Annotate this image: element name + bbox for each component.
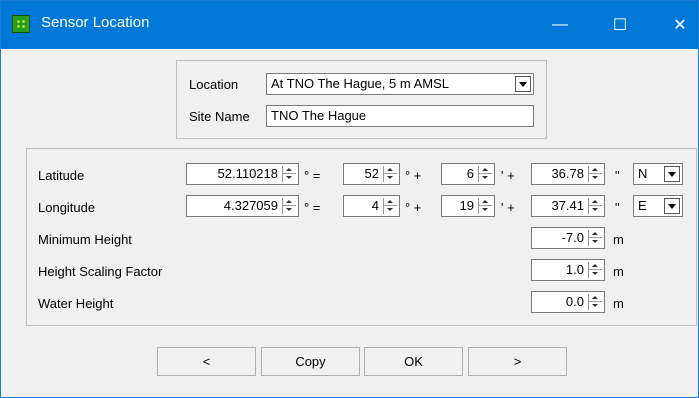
longitude-degrees-spinner[interactable]: 4 [343,195,400,217]
latitude-minutes-value: 6 [466,166,474,181]
latitude-degrees-value: 52 [364,166,379,181]
water-height-spinner[interactable]: 0.0 [531,291,605,313]
location-selected: At TNO The Hague, 5 m AMSL [271,76,449,91]
chevron-down-icon[interactable] [664,198,680,214]
title-bar[interactable]: Sensor Location — ☐ ✕ [1,1,698,49]
chevron-down-icon[interactable] [515,76,531,92]
minimum-height-unit: m [613,232,624,247]
latitude-minutes-spinner[interactable]: 6 [441,163,495,185]
longitude-minutes-spinner[interactable]: 19 [441,195,495,217]
minimize-button[interactable]: — [537,1,583,49]
water-height-unit: m [613,296,624,311]
longitude-seconds-value: 37.41 [551,198,584,213]
spinner-arrows-icon[interactable] [282,198,296,214]
minimum-height-label: Minimum Height [38,232,132,247]
spinner-arrows-icon[interactable] [478,166,492,182]
height-scaling-spinner[interactable]: 1.0 [531,259,605,281]
spinner-arrows-icon[interactable] [588,262,602,278]
longitude-seconds-spinner[interactable]: 37.41 [531,195,605,217]
spinner-arrows-icon[interactable] [588,166,602,182]
location-dropdown[interactable]: At TNO The Hague, 5 m AMSL [266,73,534,95]
longitude-decimal-value: 4.327059 [223,198,278,213]
spinner-arrows-icon[interactable] [588,294,602,310]
latitude-seconds-value: 36.78 [551,166,584,181]
next-button[interactable]: > [468,347,567,376]
water-height-value: 0.0 [565,294,584,309]
second-symbol: " [615,200,620,215]
degree-equals: ° = [304,200,321,215]
previous-button[interactable]: < [157,347,256,376]
height-scaling-value: 1.0 [565,262,584,277]
minute-plus: ' + [501,168,515,183]
ok-button[interactable]: OK [364,347,463,376]
longitude-hemisphere-value: E [638,198,647,213]
window-title: Sensor Location [41,14,150,31]
spinner-arrows-icon[interactable] [588,198,602,214]
app-icon [12,15,30,33]
site-name-field[interactable]: TNO The Hague [266,105,534,127]
copy-button[interactable]: Copy [261,347,360,376]
latitude-hemisphere-dropdown[interactable]: N [633,163,683,185]
close-button[interactable]: ✕ [657,1,698,49]
spinner-arrows-icon[interactable] [478,198,492,214]
degree-plus: ° + [405,168,422,183]
latitude-decimal-value: 52.110218 [217,166,279,181]
longitude-decimal-spinner[interactable]: 4.327059 [186,195,299,217]
minimum-height-spinner[interactable]: -7.0 [531,227,605,249]
maximize-button[interactable]: ☐ [597,1,643,49]
longitude-minutes-value: 19 [459,198,474,213]
location-group [176,60,547,139]
spinner-arrows-icon[interactable] [383,198,397,214]
longitude-label: Longitude [38,200,96,215]
location-label: Location [189,77,239,92]
spinner-arrows-icon[interactable] [282,166,296,182]
latitude-degrees-spinner[interactable]: 52 [343,163,400,185]
sensor-location-dialog: Sensor Location — ☐ ✕ Location At TNO Th… [0,0,699,398]
height-scaling-unit: m [613,264,624,279]
second-symbol: " [615,168,620,183]
site-name-label: Site Name [189,109,250,124]
longitude-degrees-value: 4 [371,198,379,213]
latitude-label: Latitude [38,168,85,183]
chevron-down-icon[interactable] [664,166,680,182]
spinner-arrows-icon[interactable] [588,230,602,246]
degree-plus: ° + [405,200,422,215]
degree-equals: ° = [304,168,321,183]
spinner-arrows-icon[interactable] [383,166,397,182]
minimum-height-value: -7.0 [561,230,584,245]
latitude-decimal-spinner[interactable]: 52.110218 [186,163,299,185]
height-scaling-label: Height Scaling Factor [38,264,163,279]
minute-plus: ' + [501,200,515,215]
water-height-label: Water Height [38,296,114,311]
latitude-hemisphere-value: N [638,166,648,181]
longitude-hemisphere-dropdown[interactable]: E [633,195,683,217]
latitude-seconds-spinner[interactable]: 36.78 [531,163,605,185]
